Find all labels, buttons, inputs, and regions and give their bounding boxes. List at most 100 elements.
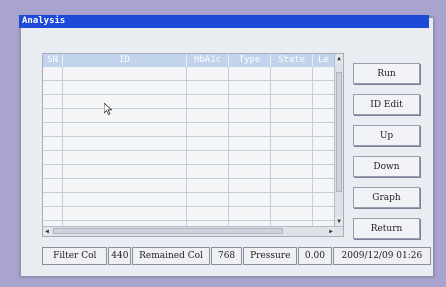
- table-cell[interactable]: [271, 207, 313, 220]
- table-cell[interactable]: [229, 123, 271, 136]
- table-cell[interactable]: [63, 179, 187, 192]
- table-cell[interactable]: [229, 109, 271, 122]
- table-cell[interactable]: [229, 95, 271, 108]
- table-cell[interactable]: [43, 95, 63, 108]
- table-cell[interactable]: [43, 67, 63, 80]
- table-row[interactable]: [43, 179, 335, 193]
- table-cell[interactable]: [271, 109, 313, 122]
- table-cell[interactable]: [313, 137, 335, 150]
- table-cell[interactable]: [63, 81, 187, 94]
- vertical-scrollbar[interactable]: ▲ ▼: [334, 54, 343, 226]
- table-cell[interactable]: [229, 137, 271, 150]
- table-cell[interactable]: [43, 193, 63, 206]
- table-cell[interactable]: [187, 207, 229, 220]
- table-cell[interactable]: [43, 179, 63, 192]
- table-cell[interactable]: [63, 193, 187, 206]
- id-edit-button[interactable]: ID Edit: [353, 94, 420, 115]
- table-cell[interactable]: [229, 151, 271, 164]
- graph-button[interactable]: Graph: [353, 187, 420, 208]
- table-cell[interactable]: [313, 151, 335, 164]
- table-cell[interactable]: [63, 151, 187, 164]
- table-cell[interactable]: [43, 123, 63, 136]
- table-row[interactable]: [43, 81, 335, 95]
- table-cell[interactable]: [313, 193, 335, 206]
- table-cell[interactable]: [63, 123, 187, 136]
- table-cell[interactable]: [229, 81, 271, 94]
- table-cell[interactable]: [313, 109, 335, 122]
- table-cell[interactable]: [271, 179, 313, 192]
- table-cell[interactable]: [271, 151, 313, 164]
- table-cell[interactable]: [63, 137, 187, 150]
- table-row[interactable]: [43, 137, 335, 151]
- table-cell[interactable]: [187, 179, 229, 192]
- table-cell[interactable]: [271, 81, 313, 94]
- table-cell[interactable]: [187, 193, 229, 206]
- table-row[interactable]: [43, 109, 335, 123]
- table-cell[interactable]: [271, 137, 313, 150]
- horizontal-scrollbar[interactable]: ◀ ▶: [43, 226, 343, 236]
- table-row[interactable]: [43, 207, 335, 221]
- table-cell[interactable]: [43, 81, 63, 94]
- table-cell[interactable]: [313, 123, 335, 136]
- table-cell[interactable]: [229, 207, 271, 220]
- run-button[interactable]: Run: [353, 63, 420, 84]
- table-cell[interactable]: [187, 137, 229, 150]
- table-cell[interactable]: [229, 193, 271, 206]
- table-cell[interactable]: [187, 151, 229, 164]
- table-cell[interactable]: [63, 207, 187, 220]
- status-bar: Filter Col 440 Remained Col 768 Pressure…: [42, 247, 432, 265]
- table-cell[interactable]: [271, 165, 313, 178]
- table-cell[interactable]: [63, 165, 187, 178]
- table-cell[interactable]: [271, 95, 313, 108]
- table-cell[interactable]: [271, 193, 313, 206]
- return-button[interactable]: Return: [353, 218, 420, 239]
- table-cell[interactable]: [63, 67, 187, 80]
- table-cell[interactable]: [187, 81, 229, 94]
- table-cell[interactable]: [271, 123, 313, 136]
- table-cell[interactable]: [229, 67, 271, 80]
- table-cell[interactable]: [187, 95, 229, 108]
- table-cell[interactable]: [313, 81, 335, 94]
- table-cell[interactable]: [229, 165, 271, 178]
- table-cell[interactable]: [313, 179, 335, 192]
- horizontal-scroll-thumb[interactable]: [53, 228, 283, 234]
- scroll-up-arrow-icon[interactable]: ▲: [335, 54, 343, 63]
- table-row[interactable]: [43, 165, 335, 179]
- down-button[interactable]: Down: [353, 156, 420, 177]
- column-header-type[interactable]: Type: [229, 54, 271, 67]
- table-cell[interactable]: [63, 95, 187, 108]
- table-cell[interactable]: [313, 165, 335, 178]
- filter-col-label: Filter Col: [42, 247, 108, 265]
- table-cell[interactable]: [187, 109, 229, 122]
- up-button[interactable]: Up: [353, 125, 420, 146]
- table-cell[interactable]: [313, 207, 335, 220]
- table-row[interactable]: [43, 123, 335, 137]
- table-row[interactable]: [43, 67, 335, 81]
- table-cell[interactable]: [187, 165, 229, 178]
- table-row[interactable]: [43, 151, 335, 165]
- column-header-hba1c[interactable]: HbA1c: [187, 54, 229, 67]
- scroll-left-arrow-icon[interactable]: ◀: [43, 227, 51, 236]
- table-cell[interactable]: [229, 179, 271, 192]
- table-cell[interactable]: [313, 95, 335, 108]
- table-cell[interactable]: [43, 109, 63, 122]
- table-cell[interactable]: [187, 123, 229, 136]
- vertical-scroll-thumb[interactable]: [336, 72, 342, 192]
- table-cell[interactable]: [43, 165, 63, 178]
- column-header-state[interactable]: State: [271, 54, 313, 67]
- scroll-right-arrow-icon[interactable]: ▶: [327, 227, 335, 236]
- table-cell[interactable]: [63, 109, 187, 122]
- table-cell[interactable]: [43, 207, 63, 220]
- table-row[interactable]: [43, 193, 335, 207]
- datetime-display: 2009/12/09 01:26: [332, 247, 431, 265]
- table-row[interactable]: [43, 95, 335, 109]
- column-header-id[interactable]: ID: [63, 54, 187, 67]
- table-cell[interactable]: [313, 67, 335, 80]
- table-cell[interactable]: [43, 137, 63, 150]
- scroll-down-arrow-icon[interactable]: ▼: [335, 217, 343, 226]
- table-cell[interactable]: [187, 67, 229, 80]
- table-cell[interactable]: [43, 151, 63, 164]
- column-header-le[interactable]: Le: [313, 54, 335, 67]
- column-header-sn[interactable]: SN: [43, 54, 63, 67]
- table-cell[interactable]: [271, 67, 313, 80]
